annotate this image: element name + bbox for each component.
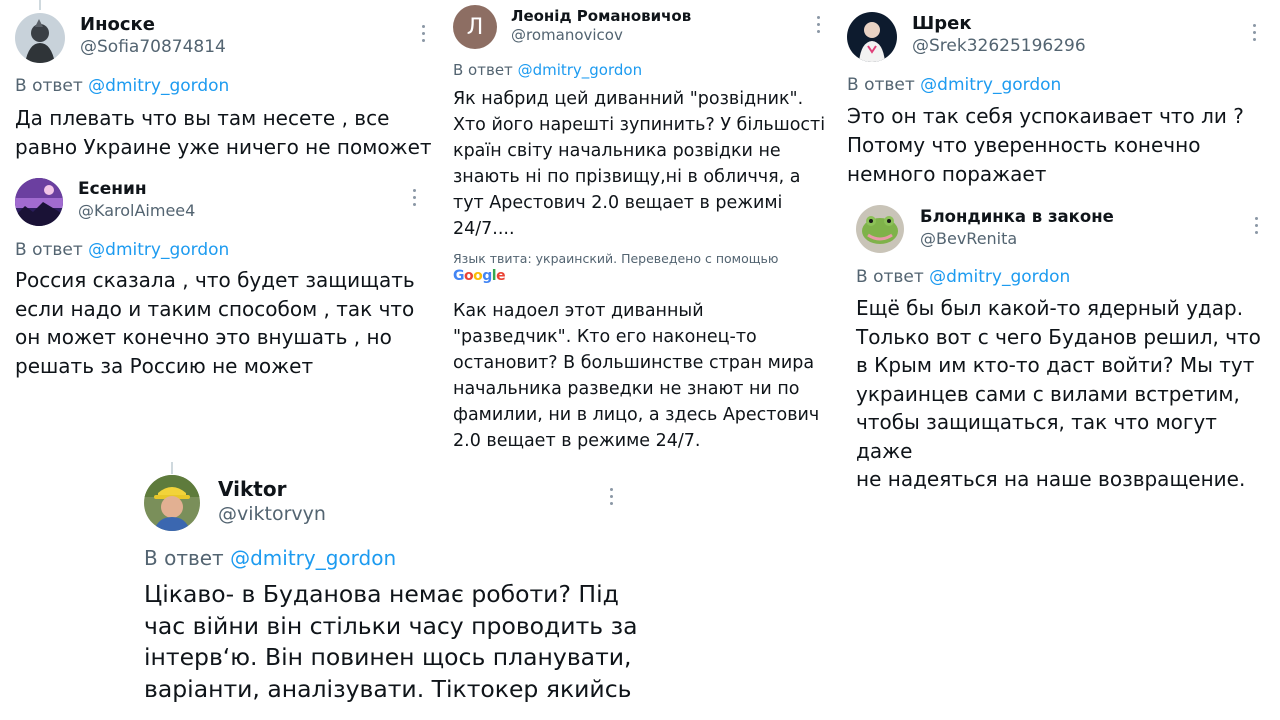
author-handle[interactable]: @viktorvyn [218,503,326,525]
more-icon[interactable] [1253,217,1259,234]
avatar-image [15,13,65,63]
google-letter: e [496,268,506,284]
tweet-text: Цікаво- в Буданова немає роботи? Під час… [144,580,638,703]
author-handle[interactable]: @KarolAimee4 [78,201,195,220]
reply-mention-link[interactable]: @dmitry_gordon [230,546,396,570]
author-handle[interactable]: @Srek32625196296 [912,36,1086,56]
thread-line [171,462,173,474]
translation-note: Язык твита: украинский. Переведено с пом… [453,251,779,266]
google-letter: o [473,268,483,284]
tweet-text: Як набрид цей диванний "розвідник". Хто … [453,89,826,239]
google-letter: g [482,268,492,284]
reply-context: В ответ @dmitry_gordon [15,76,229,96]
author-handle[interactable]: @BevRenita [920,229,1017,248]
more-icon[interactable] [1251,24,1257,41]
author-name[interactable]: Иноске [80,14,155,35]
avatar[interactable] [15,178,63,226]
avatar[interactable] [856,205,904,253]
google-letter: o [464,268,474,284]
more-icon[interactable] [411,189,417,206]
avatar[interactable]: Л [453,5,497,49]
thread-line [39,0,41,10]
author-handle[interactable]: @Sofia70874814 [80,37,226,57]
reply-mention-link[interactable]: @dmitry_gordon [920,75,1061,95]
tweet-text: Россия сказала , что будет защищать если… [15,268,415,378]
reply-context: В ответ @dmitry_gordon [144,546,396,570]
avatar-image [144,475,200,531]
reply-mention-link[interactable]: @dmitry_gordon [929,267,1070,287]
reply-context: В ответ @dmitry_gordon [856,267,1070,287]
author-handle[interactable]: @romanovicov [511,26,623,44]
avatar[interactable] [847,12,897,62]
reply-prefix: В ответ [847,75,915,95]
avatar-image [856,205,904,253]
author-name[interactable]: Шрек [912,13,972,34]
tweet-text: Это он так себя успокаивает что ли ? Пот… [847,104,1244,186]
reply-mention-link[interactable]: @dmitry_gordon [88,76,229,96]
more-icon[interactable] [608,488,614,505]
reply-context: В ответ @dmitry_gordon [15,240,229,260]
reply-prefix: В ответ [15,76,83,96]
author-name[interactable]: Блондинка в законе [920,207,1114,226]
author-name[interactable]: Леонід Романовичов [511,7,691,25]
avatar-image [847,12,897,62]
avatar-letter: Л [466,14,484,40]
reply-prefix: В ответ [144,546,224,570]
reply-prefix: В ответ [856,267,924,287]
google-letter: G [453,268,465,284]
author-name[interactable]: Есенин [78,179,147,199]
author-name[interactable]: Viktor [218,477,286,501]
translated-text: Как надоел этот диванный "разведчик". Кт… [453,301,820,451]
reply-prefix: В ответ [15,240,83,260]
more-icon[interactable] [815,16,821,33]
tweet-text: Ещё бы был какой-то ядерный удар. Только… [856,296,1261,491]
tweet-text: Да плевать что вы там несете , все равно… [15,106,432,159]
more-icon[interactable] [420,25,426,42]
avatar-image [15,178,63,226]
avatar[interactable] [144,475,200,531]
avatar[interactable] [15,13,65,63]
reply-mention-link[interactable]: @dmitry_gordon [88,240,229,260]
reply-context: В ответ @dmitry_gordon [453,61,642,79]
reply-prefix: В ответ [453,61,513,79]
google-logo[interactable]: Google [453,268,506,284]
reply-mention-link[interactable]: @dmitry_gordon [518,61,643,79]
reply-context: В ответ @dmitry_gordon [847,75,1061,95]
